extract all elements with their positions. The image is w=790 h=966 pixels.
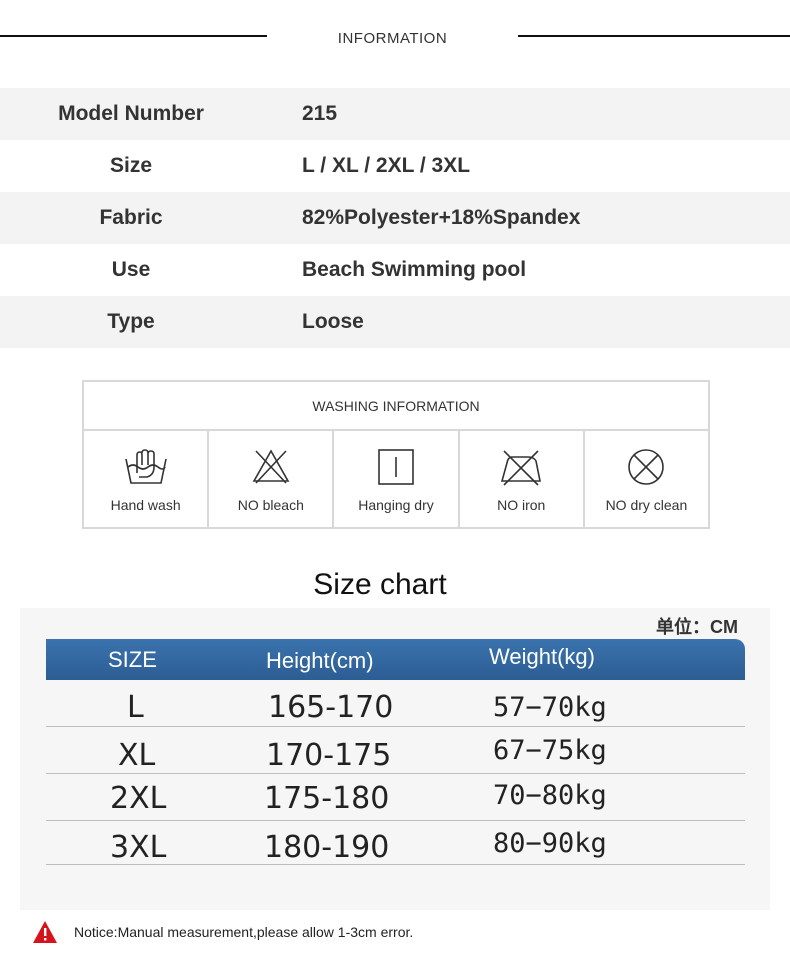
cell-size: 2XL: [110, 781, 167, 816]
info-value: Beach Swimming pool: [302, 258, 527, 281]
cell-size: L: [127, 690, 144, 725]
hand-wash-icon: [124, 449, 167, 484]
cell-weight: 70−80kg: [493, 780, 607, 811]
info-row-model-number: Model Number 215: [0, 88, 790, 140]
info-label: Use: [111, 258, 151, 281]
info-label: Model Number: [58, 102, 204, 125]
cell-height: 165-170: [268, 690, 394, 725]
table-row: 2XL 175-180 70−80kg: [46, 774, 745, 821]
washing-label: Hand wash: [110, 497, 181, 513]
column-header-height: Height(cm): [266, 648, 374, 673]
washing-item-hanging-dry: Hanging dry: [334, 431, 460, 527]
cell-size: XL: [118, 738, 156, 773]
washing-label: Hanging dry: [358, 497, 434, 513]
size-chart-title: Size chart: [313, 568, 447, 601]
column-header-size: SIZE: [108, 647, 157, 672]
cell-height: 175-180: [264, 781, 390, 816]
size-chart-header: SIZE Height(cm) Weight(kg): [46, 639, 745, 680]
warning-icon: [33, 921, 57, 943]
washing-item-no-bleach: NO bleach: [209, 431, 335, 527]
table-row: 3XL 180-190 80−90kg: [46, 818, 745, 865]
cell-weight: 57−70kg: [493, 692, 607, 723]
info-label: Type: [107, 310, 155, 333]
washing-label: NO dry clean: [605, 497, 688, 513]
column-header-weight: Weight(kg): [489, 644, 595, 669]
no-dry-clean-icon: [628, 449, 665, 485]
info-value: Loose: [302, 310, 364, 333]
no-iron-icon: [501, 450, 542, 486]
information-title: INFORMATION: [337, 30, 448, 47]
washing-information-box: WASHING INFORMATION Hand wash NO bleach …: [82, 380, 710, 529]
washing-title: WASHING INFORMATION: [84, 382, 708, 431]
information-header: INFORMATION: [0, 0, 790, 80]
table-row: XL 170-175 67−75kg: [46, 727, 745, 774]
info-label: Fabric: [99, 206, 163, 229]
info-value: 82%Polyester+18%Spandex: [302, 206, 581, 229]
header-divider-left: [0, 35, 267, 37]
no-bleach-icon: [252, 449, 290, 484]
info-row-fabric: Fabric 82%Polyester+18%Spandex: [0, 192, 790, 244]
info-value: 215: [302, 102, 338, 125]
product-info-table: Model Number 215 Size L / XL / 2XL / 3XL…: [0, 88, 790, 348]
info-row-size: Size L / XL / 2XL / 3XL: [0, 140, 790, 192]
info-row-type: Type Loose: [0, 296, 790, 348]
notice-text: Notice:Manual measurement,please allow 1…: [74, 924, 414, 940]
info-row-use: Use Beach Swimming pool: [0, 244, 790, 296]
table-row: L 165-170 57−70kg: [46, 680, 745, 727]
washing-label: NO iron: [497, 497, 546, 513]
cell-weight: 67−75kg: [493, 735, 607, 766]
washing-item-no-dry-clean: NO dry clean: [585, 431, 708, 527]
info-value: L / XL / 2XL / 3XL: [302, 154, 471, 177]
washing-label: NO bleach: [237, 497, 304, 513]
washing-item-hand-wash: Hand wash: [84, 431, 210, 527]
washing-item-no-iron: NO iron: [460, 431, 585, 527]
cell-height: 170-175: [266, 738, 392, 773]
cell-height: 180-190: [264, 830, 390, 865]
cell-size: 3XL: [110, 830, 167, 865]
size-chart-unit: 单位：CM: [656, 617, 738, 637]
cell-weight: 80−90kg: [493, 828, 607, 859]
hanging-dry-icon: [378, 449, 414, 485]
header-divider-right: [518, 35, 790, 37]
info-label: Size: [109, 154, 153, 177]
measurement-notice: Notice:Manual measurement,please allow 1…: [32, 920, 413, 944]
